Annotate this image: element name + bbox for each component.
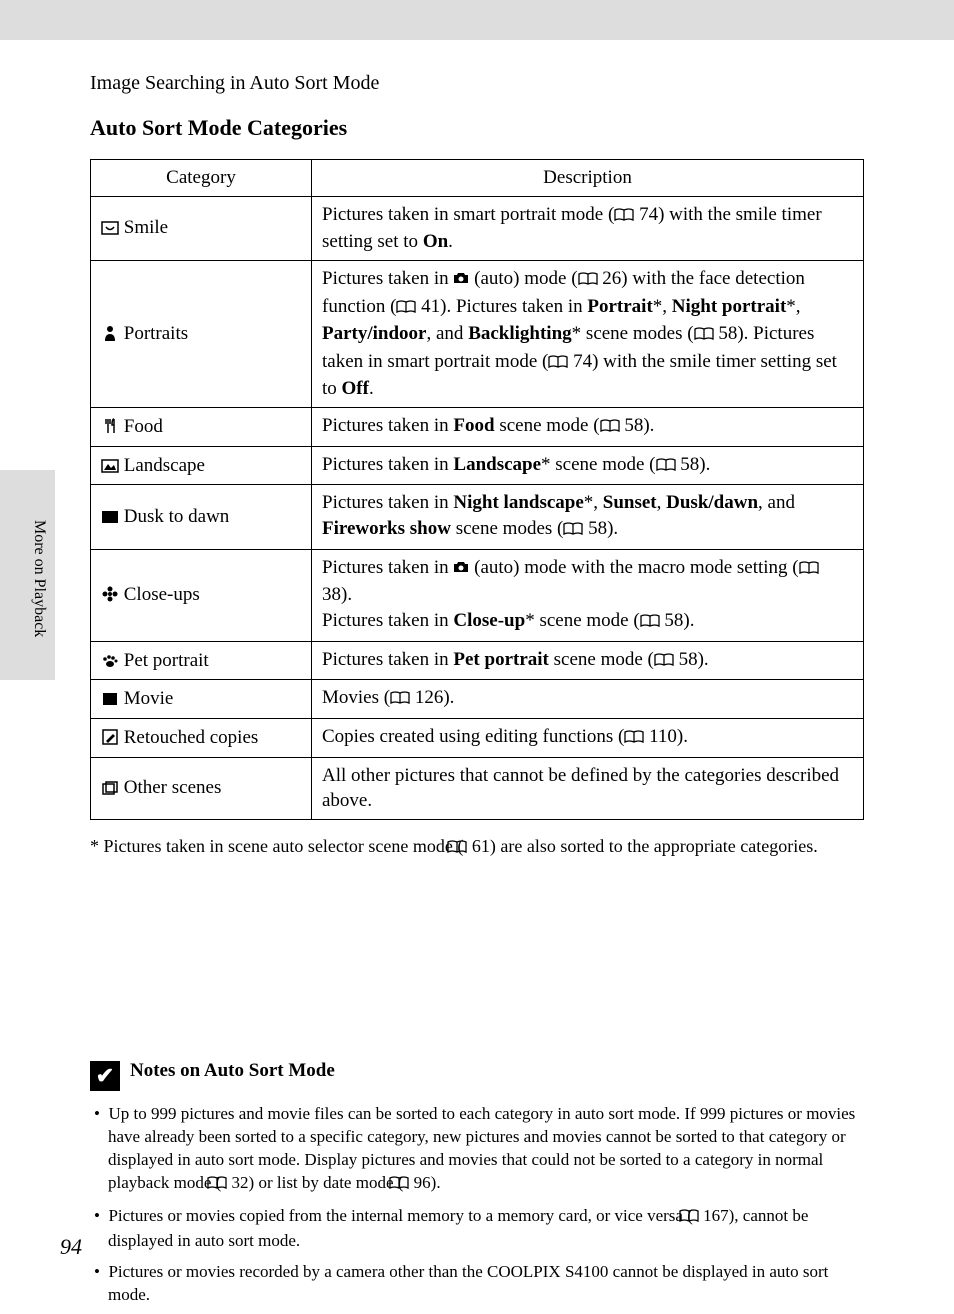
book-ref-icon [221,1174,227,1197]
caution-icon: ✔ [90,1061,120,1091]
mountain-icon [101,453,119,479]
description-cell: All other pictures that cannot be define… [312,757,864,819]
description-cell: Movies ( 126). [312,680,864,719]
book-ref-icon [463,836,467,860]
category-cell: Retouched copies [91,718,312,757]
note-bullet: • Pictures or movies copied from the int… [90,1205,864,1253]
person-icon [101,321,119,347]
table-row: SmilePictures taken in smart portrait mo… [91,196,864,260]
book-ref-icon [614,204,634,230]
category-cell: Food [91,408,312,447]
section-label: Image Searching in Auto Sort Mode [90,72,864,95]
description-cell: Pictures taken in Night landscape*, Suns… [312,485,864,549]
category-cell: Close-ups [91,549,312,641]
footnote: * Pictures taken in scene auto selector … [90,834,864,860]
camera-icon [453,557,469,578]
camera-icon [453,268,469,289]
other-icon [101,775,119,801]
paw-icon [101,648,119,674]
smile-icon [101,215,119,241]
table-row: Close-upsPictures taken in (auto) mode w… [91,549,864,641]
description-cell: Pictures taken in Food scene mode ( 58). [312,408,864,447]
category-cell: Pet portrait [91,641,312,680]
description-cell: Pictures taken in Pet portrait scene mod… [312,641,864,680]
note-bullet: • Up to 999 pictures and movie files can… [90,1103,864,1197]
table-row: Other scenesAll other pictures that cann… [91,757,864,819]
category-cell: Smile [91,196,312,260]
book-ref-icon [656,454,676,480]
col-category: Category [91,160,312,197]
page-number: 94 [60,1234,82,1260]
table-row: MovieMovies ( 126). [91,680,864,719]
book-ref-icon [390,687,410,713]
book-ref-icon [624,726,644,752]
fork-icon [101,414,119,440]
book-ref-icon [578,268,598,294]
page-title: Auto Sort Mode Categories [90,115,864,141]
description-cell: Pictures taken in (auto) mode ( 26) with… [312,260,864,407]
moon-icon [101,504,119,530]
description-cell: Pictures taken in smart portrait mode ( … [312,196,864,260]
description-cell: Pictures taken in (auto) mode with the m… [312,549,864,641]
table-row: PortraitsPictures taken in (auto) mode (… [91,260,864,407]
book-ref-icon [694,323,714,349]
book-ref-icon [396,296,416,322]
book-ref-icon [403,1174,409,1197]
film-icon [101,686,119,712]
categories-table: Category Description SmilePictures taken… [90,159,864,820]
table-row: Pet portraitPictures taken in Pet portra… [91,641,864,680]
book-ref-icon [640,610,660,636]
book-ref-icon [693,1207,699,1230]
note-bullet: • Pictures or movies recorded by a camer… [90,1261,864,1307]
category-cell: Landscape [91,446,312,485]
category-cell: Dusk to dawn [91,485,312,549]
book-ref-icon [548,351,568,377]
table-row: FoodPictures taken in Food scene mode ( … [91,408,864,447]
notes-heading: ✔Notes on Auto Sort Mode [90,1060,864,1091]
category-cell: Movie [91,680,312,719]
flower-icon [101,582,119,608]
col-description: Description [312,160,864,197]
category-cell: Portraits [91,260,312,407]
description-cell: Copies created using editing functions (… [312,718,864,757]
description-cell: Pictures taken in Landscape* scene mode … [312,446,864,485]
side-tab-label: More on Playback [30,520,48,637]
book-ref-icon [654,649,674,675]
table-row: Retouched copiesCopies created using edi… [91,718,864,757]
category-cell: Other scenes [91,757,312,819]
book-ref-icon [600,415,620,441]
table-row: Dusk to dawnPictures taken in Night land… [91,485,864,549]
table-row: LandscapePictures taken in Landscape* sc… [91,446,864,485]
retouch-icon [101,725,119,751]
book-ref-icon [799,557,819,583]
book-ref-icon [563,518,583,544]
